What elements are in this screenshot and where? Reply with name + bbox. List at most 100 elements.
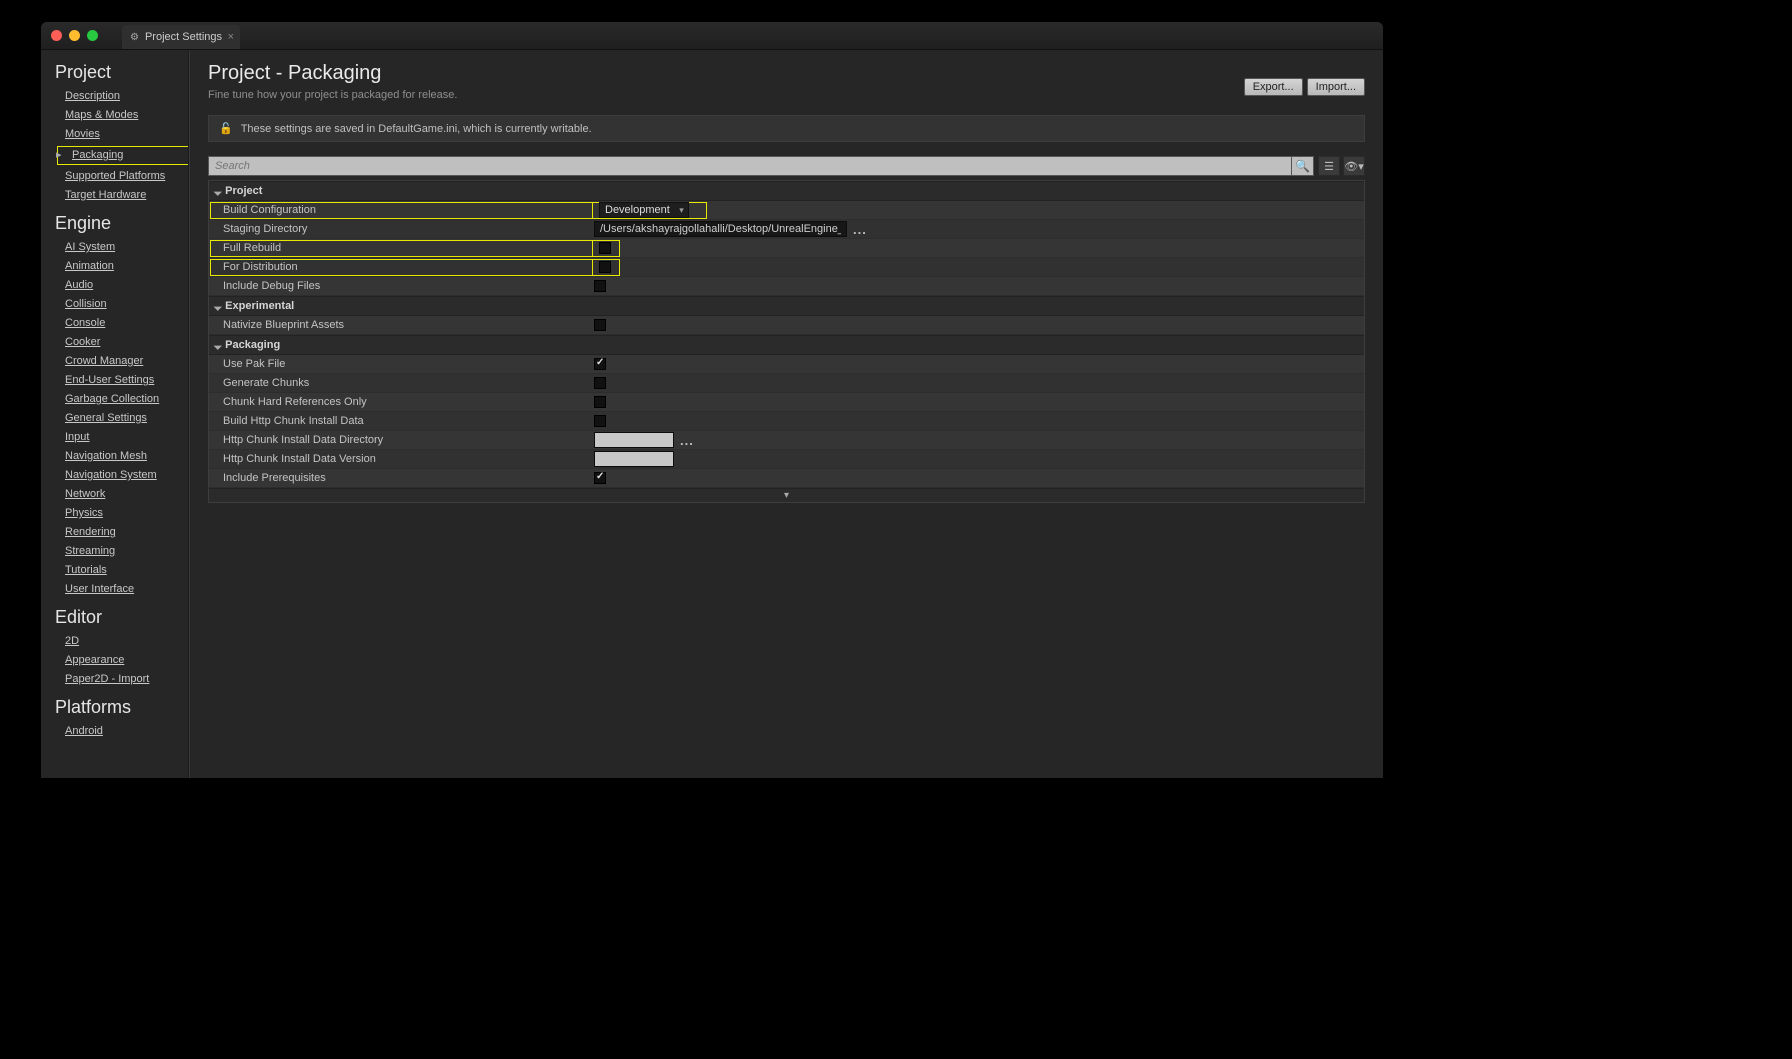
search-bar: 🔍 ☰ 👁▾ [208,156,1365,176]
sidebar-item-paper2d-import[interactable]: Paper2D - Import [65,672,189,687]
sidebar-item-physics[interactable]: Physics [65,506,189,521]
label-http-dir: Http Chunk Install Data Directory [209,434,594,446]
titlebar: ⚙ Project Settings × [41,22,1383,50]
sidebar-item-general-settings[interactable]: General Settings [65,411,189,426]
sidebar-item-target-hardware[interactable]: Target Hardware [65,188,189,203]
sidebar-group-engine: Engine [55,213,189,234]
checkbox-include-debug[interactable] [594,280,606,292]
sidebar-item-end-user-settings[interactable]: End-User Settings [65,373,189,388]
sidebar-item-android[interactable]: Android [65,724,189,739]
sidebar-item-appearance[interactable]: Appearance [65,653,189,668]
label-chunk-hard: Chunk Hard References Only [209,396,594,408]
close-tab-icon[interactable]: × [228,31,234,43]
sidebar-group-project: Project [55,62,189,83]
checkbox-full-rebuild[interactable] [599,242,611,254]
sidebar-item-audio[interactable]: Audio [65,278,189,293]
label-for-distribution: For Distribution [210,259,593,276]
dropdown-build-configuration[interactable]: Development [599,202,689,218]
export-button[interactable]: Export... [1244,78,1303,96]
close-window-icon[interactable] [51,30,62,41]
sidebar-item-tutorials[interactable]: Tutorials [65,563,189,578]
input-staging-directory[interactable] [594,221,847,237]
row-use-pak-file: Use Pak File [209,355,1364,374]
sidebar-item-ai-system[interactable]: AI System [65,240,189,255]
label-full-rebuild: Full Rebuild [210,240,593,257]
label-build-http: Build Http Chunk Install Data [209,415,594,427]
label-build-configuration: Build Configuration [210,202,593,219]
sidebar-item-network[interactable]: Network [65,487,189,502]
row-full-rebuild: Full Rebuild [209,239,1364,258]
browse-staging-directory-icon[interactable]: ... [853,222,867,237]
label-use-pak: Use Pak File [209,358,594,370]
row-include-prerequisites: Include Prerequisites [209,469,1364,488]
row-build-http-chunk: Build Http Chunk Install Data [209,412,1364,431]
project-settings-window: ⚙ Project Settings × Project Description… [41,22,1383,778]
list-view-icon[interactable]: ☰ [1318,156,1340,176]
sidebar-group-platforms: Platforms [55,697,189,718]
sidebar-item-navigation-system[interactable]: Navigation System [65,468,189,483]
sidebar-item-garbage-collection[interactable]: Garbage Collection [65,392,189,407]
browse-http-dir-icon[interactable]: ... [680,433,694,448]
checkbox-build-http[interactable] [594,415,606,427]
sidebar-item-collision[interactable]: Collision [65,297,189,312]
sidebar-item-description[interactable]: Description [65,89,189,104]
label-gen-chunks: Generate Chunks [209,377,594,389]
label-include-debug: Include Debug Files [209,280,594,292]
section-experimental[interactable]: Experimental [209,296,1364,316]
row-chunk-hard-refs: Chunk Hard References Only [209,393,1364,412]
row-http-chunk-dir: Http Chunk Install Data Directory ... [209,431,1364,450]
sidebar-item-2d[interactable]: 2D [65,634,189,649]
sidebar-item-console[interactable]: Console [65,316,189,331]
sidebar-item-supported-platforms[interactable]: Supported Platforms [65,169,189,184]
input-http-ver[interactable] [594,451,674,467]
window-controls [41,30,108,41]
eye-filter-icon[interactable]: 👁▾ [1343,156,1365,176]
label-prereq: Include Prerequisites [209,472,594,484]
content-area: Project - Packaging Fine tune how your p… [189,50,1383,778]
row-staging-directory: Staging Directory ... [209,220,1364,239]
sidebar-item-rendering[interactable]: Rendering [65,525,189,540]
row-for-distribution: For Distribution [209,258,1364,277]
import-button[interactable]: Import... [1307,78,1365,96]
expand-advanced-icon[interactable]: ▾ [209,488,1364,502]
row-include-debug-files: Include Debug Files [209,277,1364,296]
label-nativize: Nativize Blueprint Assets [209,319,594,331]
sidebar: Project Description Maps & Modes Movies … [41,50,189,778]
row-build-configuration: Build Configuration Development [209,201,1364,220]
info-banner: 🔓 These settings are saved in DefaultGam… [208,115,1365,142]
input-http-dir[interactable] [594,432,674,448]
sidebar-item-packaging[interactable]: Packaging [57,146,189,165]
checkbox-gen-chunks[interactable] [594,377,606,389]
sidebar-group-editor: Editor [55,607,189,628]
page-title: Project - Packaging [208,62,1365,85]
gear-icon: ⚙ [130,32,139,43]
label-http-ver: Http Chunk Install Data Version [209,453,594,465]
checkbox-for-distribution[interactable] [599,261,611,273]
page-subtitle: Fine tune how your project is packaged f… [208,89,1365,101]
search-icon[interactable]: 🔍 [1292,156,1314,176]
info-text: These settings are saved in DefaultGame.… [241,123,592,135]
row-generate-chunks: Generate Chunks [209,374,1364,393]
minimize-window-icon[interactable] [69,30,80,41]
maximize-window-icon[interactable] [87,30,98,41]
sidebar-item-maps-modes[interactable]: Maps & Modes [65,108,189,123]
sidebar-item-navigation-mesh[interactable]: Navigation Mesh [65,449,189,464]
sidebar-item-cooker[interactable]: Cooker [65,335,189,350]
sidebar-item-streaming[interactable]: Streaming [65,544,189,559]
row-nativize-blueprint: Nativize Blueprint Assets [209,316,1364,335]
label-staging-directory: Staging Directory [209,223,594,235]
sidebar-item-input[interactable]: Input [65,430,189,445]
checkbox-use-pak[interactable] [594,358,606,370]
section-packaging[interactable]: Packaging [209,335,1364,355]
tab-label: Project Settings [145,31,222,43]
checkbox-chunk-hard[interactable] [594,396,606,408]
checkbox-prereq[interactable] [594,472,606,484]
checkbox-nativize[interactable] [594,319,606,331]
tab-project-settings[interactable]: ⚙ Project Settings × [122,25,240,49]
sidebar-item-user-interface[interactable]: User Interface [65,582,189,597]
sidebar-item-animation[interactable]: Animation [65,259,189,274]
section-project[interactable]: Project [209,181,1364,201]
sidebar-item-crowd-manager[interactable]: Crowd Manager [65,354,189,369]
sidebar-item-movies[interactable]: Movies [65,127,189,142]
search-input[interactable] [208,156,1292,176]
